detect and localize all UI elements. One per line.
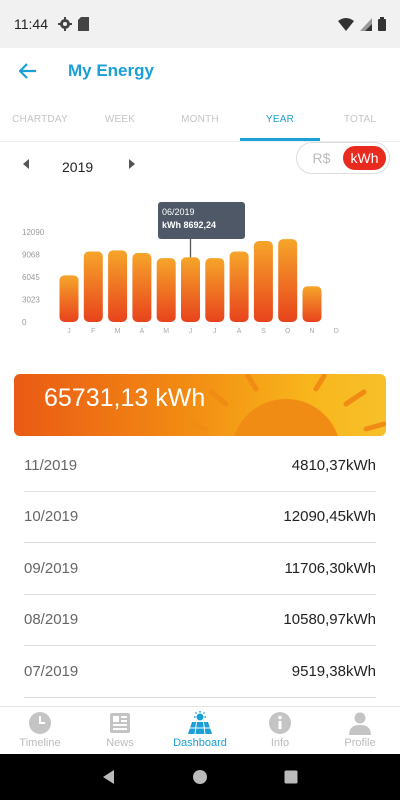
solar-panel-icon bbox=[188, 711, 212, 735]
bar-chart: 0 3023 6045 9068 12090 J F M A M J J A S O N D 06/2019 kWh… bbox=[22, 202, 339, 335]
info-icon bbox=[269, 712, 291, 734]
tab-year[interactable]: YEAR bbox=[240, 100, 320, 141]
newspaper-icon bbox=[110, 713, 130, 733]
chevron-left-icon[interactable] bbox=[20, 158, 32, 170]
arrow-left-icon bbox=[19, 63, 36, 79]
x-tick-label: D bbox=[334, 328, 339, 335]
year-label: 2019 bbox=[62, 159, 94, 175]
period-tabs: CHARTDAY WEEK MONTH YEAR TOTAL bbox=[0, 100, 400, 142]
system-navigation-bar bbox=[0, 754, 400, 800]
nav-label: Info bbox=[270, 737, 290, 749]
x-tick-label: O bbox=[285, 328, 291, 335]
history-date: 10/2019 bbox=[24, 508, 79, 526]
period-selector: 2019 R$ kWh bbox=[0, 142, 400, 188]
tab-month[interactable]: MONTH bbox=[160, 100, 240, 141]
x-tick-label: J bbox=[67, 328, 71, 335]
page-title: My Energy bbox=[68, 61, 154, 80]
chart-bar bbox=[132, 252, 152, 322]
x-tick-label: A bbox=[140, 328, 145, 335]
bottom-navigation: Timeline News Dashboard Info Profile bbox=[0, 706, 400, 754]
back-triangle-icon[interactable] bbox=[101, 769, 117, 785]
nav-label: Timeline bbox=[19, 737, 61, 749]
chart-bar bbox=[302, 286, 322, 322]
list-item[interactable]: 11/2019 4810,37kWh bbox=[24, 440, 376, 492]
y-tick-label: 12090 bbox=[22, 228, 45, 237]
chart-bar bbox=[156, 258, 176, 322]
list-item[interactable]: 10/2019 12090,45kWh bbox=[24, 492, 376, 543]
tab-week[interactable]: WEEK bbox=[80, 100, 160, 141]
x-tick-label: M bbox=[115, 328, 121, 335]
history-value: 4810,37kWh bbox=[291, 456, 376, 474]
chart-bar bbox=[278, 239, 298, 322]
chart-bar bbox=[181, 257, 200, 322]
list-item[interactable]: 08/2019 10580,97kWh bbox=[24, 595, 376, 646]
sun-icon bbox=[188, 374, 386, 436]
history-date: 11/2019 bbox=[24, 456, 78, 474]
y-tick-label: 9068 bbox=[22, 251, 40, 260]
settings-icon bbox=[58, 17, 72, 31]
monthly-history-list: 11/2019 4810,37kWh 10/2019 12090,45kWh 0… bbox=[24, 440, 376, 698]
unit-kwh-button[interactable]: kWh bbox=[343, 146, 386, 170]
nav-timeline[interactable]: Timeline bbox=[0, 707, 80, 754]
chart-bar bbox=[253, 241, 273, 322]
history-value: 9519,38kWh bbox=[291, 662, 376, 680]
nav-label: Dashboard bbox=[173, 737, 227, 749]
history-value: 12090,45kWh bbox=[283, 508, 376, 526]
total-banner: 65731,13 kWh bbox=[14, 374, 386, 436]
y-tick-label: 3023 bbox=[22, 296, 40, 305]
recents-square-icon[interactable] bbox=[283, 769, 299, 785]
nav-dashboard[interactable]: Dashboard bbox=[160, 707, 240, 754]
nav-label: News bbox=[106, 737, 134, 749]
x-tick-label: M bbox=[163, 328, 169, 335]
chart-bar bbox=[229, 251, 249, 322]
chart-bar bbox=[83, 251, 103, 322]
y-tick-label: 6045 bbox=[22, 273, 40, 282]
nav-label: Profile bbox=[344, 737, 376, 749]
app-bar: My Energy bbox=[0, 48, 400, 94]
status-bar: 11:44 bbox=[0, 0, 400, 48]
x-tick-label: J bbox=[213, 328, 217, 335]
chart-bar bbox=[108, 250, 128, 322]
clock-icon bbox=[29, 712, 51, 734]
status-time: 11:44 bbox=[14, 16, 48, 32]
nav-news[interactable]: News bbox=[80, 707, 160, 754]
x-tick-label: N bbox=[309, 328, 314, 335]
chevron-right-icon[interactable] bbox=[126, 158, 138, 170]
tooltip-date: 06/2019 bbox=[162, 207, 195, 217]
history-value: 10580,97kWh bbox=[283, 611, 376, 629]
battery-icon bbox=[378, 17, 386, 31]
list-item[interactable]: 09/2019 11706,30kWh bbox=[24, 543, 376, 595]
tab-total[interactable]: TOTAL bbox=[320, 100, 400, 141]
total-energy-value: 65731,13 kWh bbox=[44, 384, 206, 412]
history-date: 09/2019 bbox=[24, 559, 79, 577]
list-item[interactable]: 07/2019 9519,38kWh bbox=[24, 646, 376, 698]
sd-card-icon bbox=[78, 17, 89, 31]
tab-chartday[interactable]: CHARTDAY bbox=[0, 100, 80, 141]
back-button[interactable] bbox=[16, 59, 40, 83]
nav-info[interactable]: Info bbox=[240, 707, 320, 754]
x-tick-label: A bbox=[237, 328, 242, 335]
chart-bar bbox=[59, 275, 79, 322]
history-date: 07/2019 bbox=[24, 662, 79, 680]
user-icon bbox=[349, 712, 371, 735]
y-tick-label: 0 bbox=[22, 318, 27, 327]
x-tick-label: F bbox=[91, 328, 95, 335]
chart-bar bbox=[205, 258, 225, 322]
unit-toggle: R$ kWh bbox=[296, 142, 390, 174]
signal-icon bbox=[360, 17, 372, 31]
home-circle-icon[interactable] bbox=[192, 769, 208, 785]
x-tick-label: S bbox=[261, 328, 266, 335]
nav-profile[interactable]: Profile bbox=[320, 707, 400, 754]
wifi-icon bbox=[338, 17, 354, 31]
history-date: 08/2019 bbox=[24, 611, 79, 629]
energy-chart: 0 3023 6045 9068 12090 J F M A M J J A S O N D 06/2019 kWh… bbox=[0, 188, 400, 358]
x-tick-label: J bbox=[189, 328, 193, 335]
history-value: 11706,30kWh bbox=[284, 559, 376, 577]
tooltip-value: kWh 8692,24 bbox=[162, 220, 216, 230]
unit-rs-button[interactable]: R$ bbox=[300, 146, 343, 170]
